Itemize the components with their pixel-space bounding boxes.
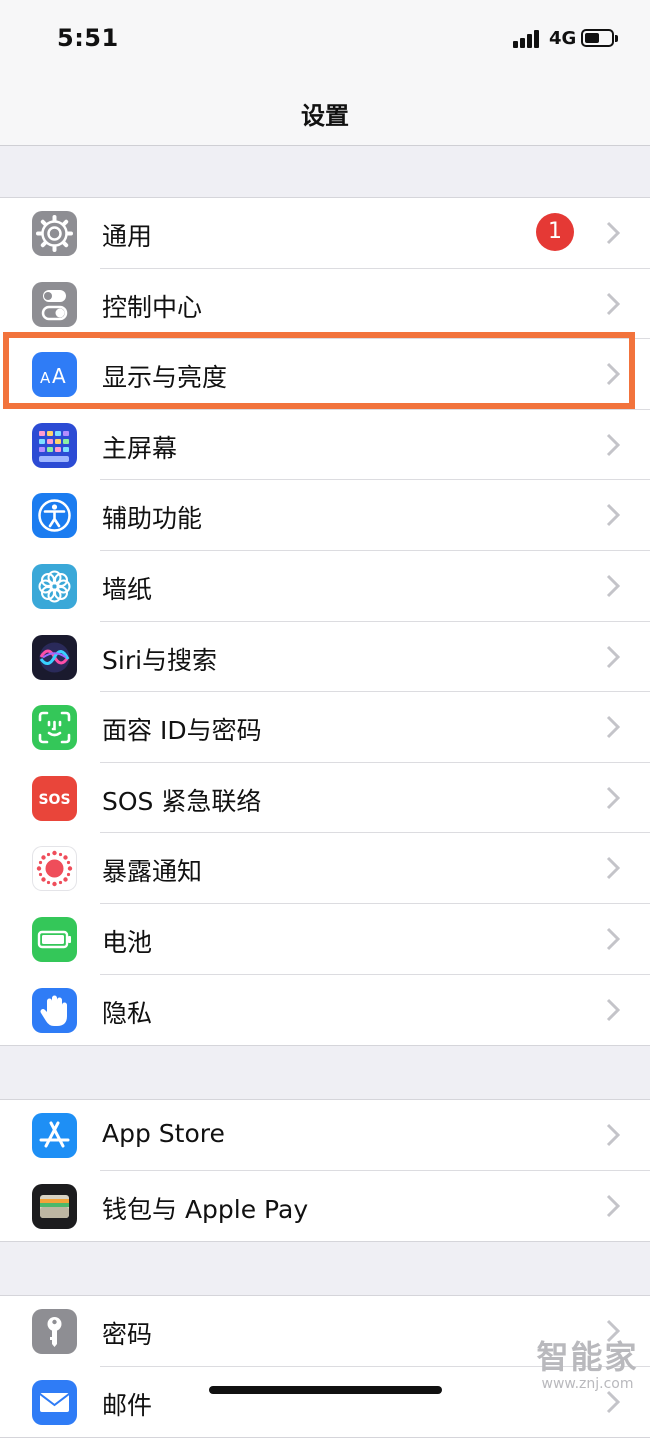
face-id-icon: [32, 705, 77, 751]
settings-group-store: App Store 钱包与 Apple Pay: [0, 1099, 650, 1243]
settings-row-emergency-sos[interactable]: SOS SOS 紧急联络: [0, 763, 650, 834]
key-icon: [32, 1309, 77, 1354]
chevron-right-icon: [606, 716, 620, 739]
settings-row-app-store[interactable]: App Store: [0, 1100, 650, 1171]
page-title: 设置: [301, 102, 349, 130]
settings-row-label: App Store: [102, 1119, 225, 1148]
settings-row-wallpaper[interactable]: 墙纸: [0, 551, 650, 622]
text-size-icon: AA: [32, 352, 77, 398]
app-store-icon: [32, 1113, 77, 1158]
settings-row-label: 面容 ID与密码: [102, 716, 262, 746]
settings-row-exposure-notifications[interactable]: 暴露通知: [0, 833, 650, 904]
notification-badge: 1: [536, 213, 574, 251]
svg-text:A: A: [52, 364, 66, 388]
settings-row-display-brightness[interactable]: AA 显示与亮度: [0, 339, 650, 410]
battery-status-fill: [585, 33, 599, 43]
watermark: 智能家 www.znj.com: [530, 1338, 645, 1392]
home-indicator[interactable]: [209, 1386, 442, 1394]
settings-row-wallet-apple-pay[interactable]: 钱包与 Apple Pay: [0, 1171, 650, 1242]
settings-row-control-center[interactable]: 控制中心: [0, 269, 650, 340]
watermark-url: www.znj.com: [541, 1376, 634, 1392]
settings-row-face-id-passcode[interactable]: 面容 ID与密码: [0, 692, 650, 763]
settings-row-label: 墙纸: [102, 574, 153, 604]
navigation-bar: 设置: [0, 80, 650, 146]
status-bar: 5:51 4G: [0, 0, 650, 80]
settings-row-label: 暴露通知: [102, 857, 203, 887]
battery-icon: [32, 916, 77, 962]
settings-row-privacy[interactable]: 隐私: [0, 975, 650, 1046]
settings-row-label: 通用: [102, 222, 153, 251]
exposure-icon: [32, 846, 77, 892]
wallet-icon: [32, 1183, 77, 1229]
battery-status-icon: [581, 29, 618, 47]
gear-icon: [32, 211, 77, 256]
settings-row-label: 主屏幕: [102, 433, 178, 463]
settings-row-label: 电池: [102, 927, 153, 957]
chevron-right-icon: [606, 927, 620, 950]
settings-row-siri-search[interactable]: Siri与搜索: [0, 622, 650, 693]
hand-icon: [32, 987, 77, 1033]
watermark-text: 智能家: [536, 1338, 639, 1376]
settings-row-battery[interactable]: 电池: [0, 904, 650, 975]
chevron-right-icon: [606, 857, 620, 880]
settings-row-label: 隐私: [102, 998, 153, 1028]
siri-icon: [32, 634, 77, 680]
settings-row-label: Siri与搜索: [102, 645, 218, 675]
settings-row-label: 邮件: [102, 1390, 153, 1420]
settings-row-label: 密码: [102, 1320, 153, 1349]
chevron-right-icon: [606, 998, 620, 1021]
svg-text:A: A: [40, 369, 51, 387]
network-type: 4G: [549, 28, 577, 49]
chevron-right-icon: [606, 574, 620, 598]
chevron-right-icon: [606, 1123, 620, 1147]
settings-row-label: 钱包与 Apple Pay: [102, 1194, 309, 1224]
flower-icon: [32, 563, 77, 609]
sos-icon: SOS: [32, 775, 77, 821]
chevron-right-icon: [606, 645, 620, 668]
accessibility-icon: [32, 493, 77, 539]
settings-row-label: 辅助功能: [102, 504, 203, 534]
chevron-right-icon: [606, 433, 620, 456]
settings-row-label: 控制中心: [102, 292, 203, 322]
settings-row-general[interactable]: 通用 1: [0, 198, 650, 269]
home-grid-icon: [32, 422, 77, 468]
chevron-right-icon: [606, 504, 620, 527]
svg-text:SOS: SOS: [38, 792, 70, 808]
chevron-right-icon: [606, 1390, 620, 1413]
settings-row-label: SOS 紧急联络: [102, 786, 262, 816]
settings-row-home-screen[interactable]: 主屏幕: [0, 410, 650, 481]
toggles-icon: [32, 281, 77, 327]
chevron-right-icon: [606, 1194, 620, 1217]
chevron-right-icon: [606, 363, 620, 386]
settings-row-accessibility[interactable]: 辅助功能: [0, 480, 650, 551]
mail-icon: [32, 1379, 77, 1425]
chevron-right-icon: [606, 786, 620, 809]
cellular-signal-icon: [513, 30, 543, 48]
chevron-right-icon: [606, 221, 620, 245]
settings-group-main: 通用 1 控制中心 AA 显示与亮度 主屏幕 辅助功能 墙纸 Siri与搜索 面…: [0, 197, 650, 1047]
settings-row-label: 显示与亮度: [102, 363, 228, 393]
status-time: 5:51: [57, 24, 119, 52]
chevron-right-icon: [606, 292, 620, 315]
